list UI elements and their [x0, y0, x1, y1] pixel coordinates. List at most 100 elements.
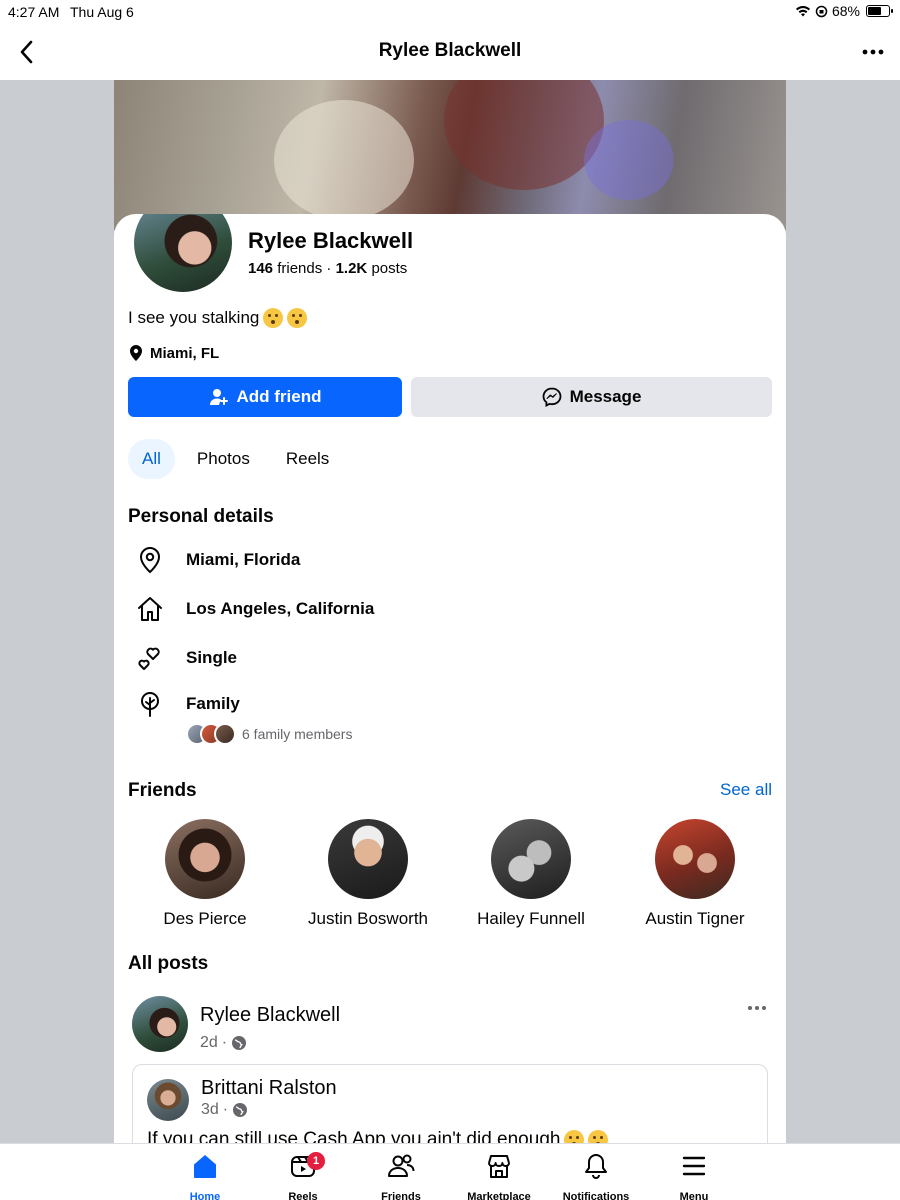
- status-date: Thu Aug 6: [70, 4, 134, 20]
- home-icon: [157, 1150, 253, 1182]
- profile-stats: 146 friends · 1.2K posts: [248, 260, 407, 277]
- home-icon: [134, 593, 166, 625]
- globe-icon: [233, 1103, 248, 1117]
- friends-count[interactable]: 146: [248, 260, 273, 277]
- shared-post-text: If you can still use Cash App you ain't …: [147, 1129, 609, 1144]
- marketplace-icon: [451, 1150, 547, 1182]
- personal-details-title: Personal details: [128, 506, 274, 527]
- tab-label: Menu: [679, 1191, 709, 1200]
- add-friend-button[interactable]: Add friend: [128, 377, 402, 417]
- detail-family[interactable]: Family: [134, 688, 240, 720]
- battery-percent: 68%: [831, 3, 860, 19]
- crying-laughing-emoji-icon: [588, 1130, 609, 1144]
- hushed-face-emoji-icon: [263, 308, 284, 328]
- wifi-icon: [795, 6, 810, 17]
- stats-separator: ·: [326, 260, 336, 277]
- battery-fill: [868, 7, 881, 15]
- page-title: Rylee Blackwell: [378, 40, 522, 61]
- tab-friends[interactable]: Friends: [353, 1150, 449, 1200]
- message-label: Message: [569, 387, 642, 406]
- bottom-tab-bar: Home 1 Reels Friends Marketplace Notific…: [0, 1143, 900, 1200]
- family-members[interactable]: 6 family members: [186, 723, 352, 745]
- bio-text: I see you stalking: [128, 308, 260, 327]
- tab-label: Home: [189, 1191, 221, 1200]
- shared-post-author[interactable]: Brittani Ralston: [201, 1077, 337, 1100]
- post-author[interactable]: Rylee Blackwell: [200, 1004, 340, 1027]
- detail-label: Single: [186, 648, 238, 667]
- cover-photo[interactable]: [114, 80, 786, 230]
- orientation-lock-icon: [815, 5, 828, 17]
- laughing-emoji-icon: [564, 1130, 585, 1144]
- tab-label: Reels: [288, 1191, 318, 1200]
- tab-photos[interactable]: Photos: [183, 439, 264, 479]
- detail-label: Miami, Florida: [186, 550, 301, 569]
- meta-separator: ·: [222, 1101, 229, 1118]
- avatar: [214, 723, 236, 745]
- see-all-friends-link[interactable]: See all: [720, 780, 772, 800]
- profile-name: Rylee Blackwell: [248, 228, 414, 253]
- messenger-icon: [542, 387, 561, 407]
- detail-hometown[interactable]: Los Angeles, California: [134, 593, 374, 625]
- friend-card[interactable]: Des Pierce: [123, 819, 287, 929]
- avatar: [165, 819, 245, 899]
- detail-label: Los Angeles, California: [186, 599, 375, 618]
- cover-photo-detail: [274, 100, 414, 220]
- avatar[interactable]: [147, 1079, 189, 1121]
- add-person-icon: [209, 389, 228, 405]
- tab-reels[interactable]: Reels: [272, 439, 343, 479]
- tab-home[interactable]: Home: [157, 1150, 253, 1200]
- post-meta: 2d ·: [200, 1034, 247, 1052]
- location-pin-icon: [134, 544, 166, 576]
- detail-current-city[interactable]: Miami, Florida: [134, 544, 300, 576]
- avatar[interactable]: [132, 996, 188, 1052]
- friend-card[interactable]: Hailey Funnell: [449, 819, 613, 929]
- posts-count: 1.2K: [335, 260, 368, 277]
- hushed-face-emoji-icon: [287, 308, 308, 328]
- battery-icon: [866, 5, 893, 17]
- hamburger-menu-icon: [646, 1150, 742, 1182]
- post-more-button[interactable]: [746, 1000, 768, 1018]
- shared-post[interactable]: Brittani Ralston 3d · If you can still u…: [132, 1064, 768, 1144]
- meta-separator: ·: [221, 1034, 228, 1051]
- tab-marketplace[interactable]: Marketplace: [451, 1150, 547, 1200]
- all-posts-title: All posts: [128, 953, 209, 974]
- location-pin-icon: [130, 345, 142, 361]
- cover-photo-detail: [444, 80, 604, 190]
- tab-notifications[interactable]: Notifications: [548, 1150, 644, 1200]
- profile-avatar[interactable]: [130, 214, 236, 296]
- cover-photo-detail: [584, 120, 674, 200]
- nav-header: Rylee Blackwell: [0, 24, 900, 80]
- family-tree-icon: [134, 688, 166, 720]
- profile-bio: I see you stalking: [128, 308, 308, 328]
- bell-icon: [548, 1150, 644, 1182]
- shared-post-time[interactable]: 3d: [201, 1101, 219, 1119]
- add-friend-label: Add friend: [236, 387, 322, 406]
- friends-icon: [353, 1150, 449, 1182]
- more-options-button[interactable]: [860, 38, 886, 66]
- friend-card[interactable]: Justin Bosworth: [286, 819, 450, 929]
- post-time[interactable]: 2d: [200, 1034, 218, 1052]
- tab-reels[interactable]: 1 Reels: [255, 1150, 351, 1200]
- status-indicators: 68%: [795, 3, 893, 19]
- message-button[interactable]: Message: [411, 377, 772, 417]
- shared-post-body: If you can still use Cash App you ain't …: [147, 1129, 561, 1144]
- tab-label: Marketplace: [467, 1191, 531, 1200]
- shared-post-meta: 3d ·: [201, 1101, 248, 1119]
- detail-relationship[interactable]: Single: [134, 642, 237, 674]
- friend-name: Justin Bosworth: [308, 909, 428, 928]
- tab-label: Notifications: [562, 1191, 630, 1200]
- more-dots-icon: [748, 1006, 766, 1010]
- friend-name: Des Pierce: [163, 909, 247, 928]
- status-bar: 4:27 AM Thu Aug 6 68%: [0, 0, 900, 24]
- profile-card: Rylee Blackwell 146 friends · 1.2K posts…: [114, 214, 786, 1144]
- friend-card[interactable]: Austin Tigner: [613, 819, 777, 929]
- tab-menu[interactable]: Menu: [646, 1150, 742, 1200]
- avatar: [328, 819, 408, 899]
- profile-location: Miami, FL: [128, 344, 219, 362]
- friends-label[interactable]: friends: [277, 260, 322, 277]
- friend-name: Austin Tigner: [645, 909, 745, 928]
- tab-all[interactable]: All: [128, 439, 175, 479]
- friends-title: Friends: [128, 780, 197, 801]
- profile-tabs: All Photos Reels: [128, 439, 343, 479]
- status-time: 4:27 AM: [8, 4, 60, 20]
